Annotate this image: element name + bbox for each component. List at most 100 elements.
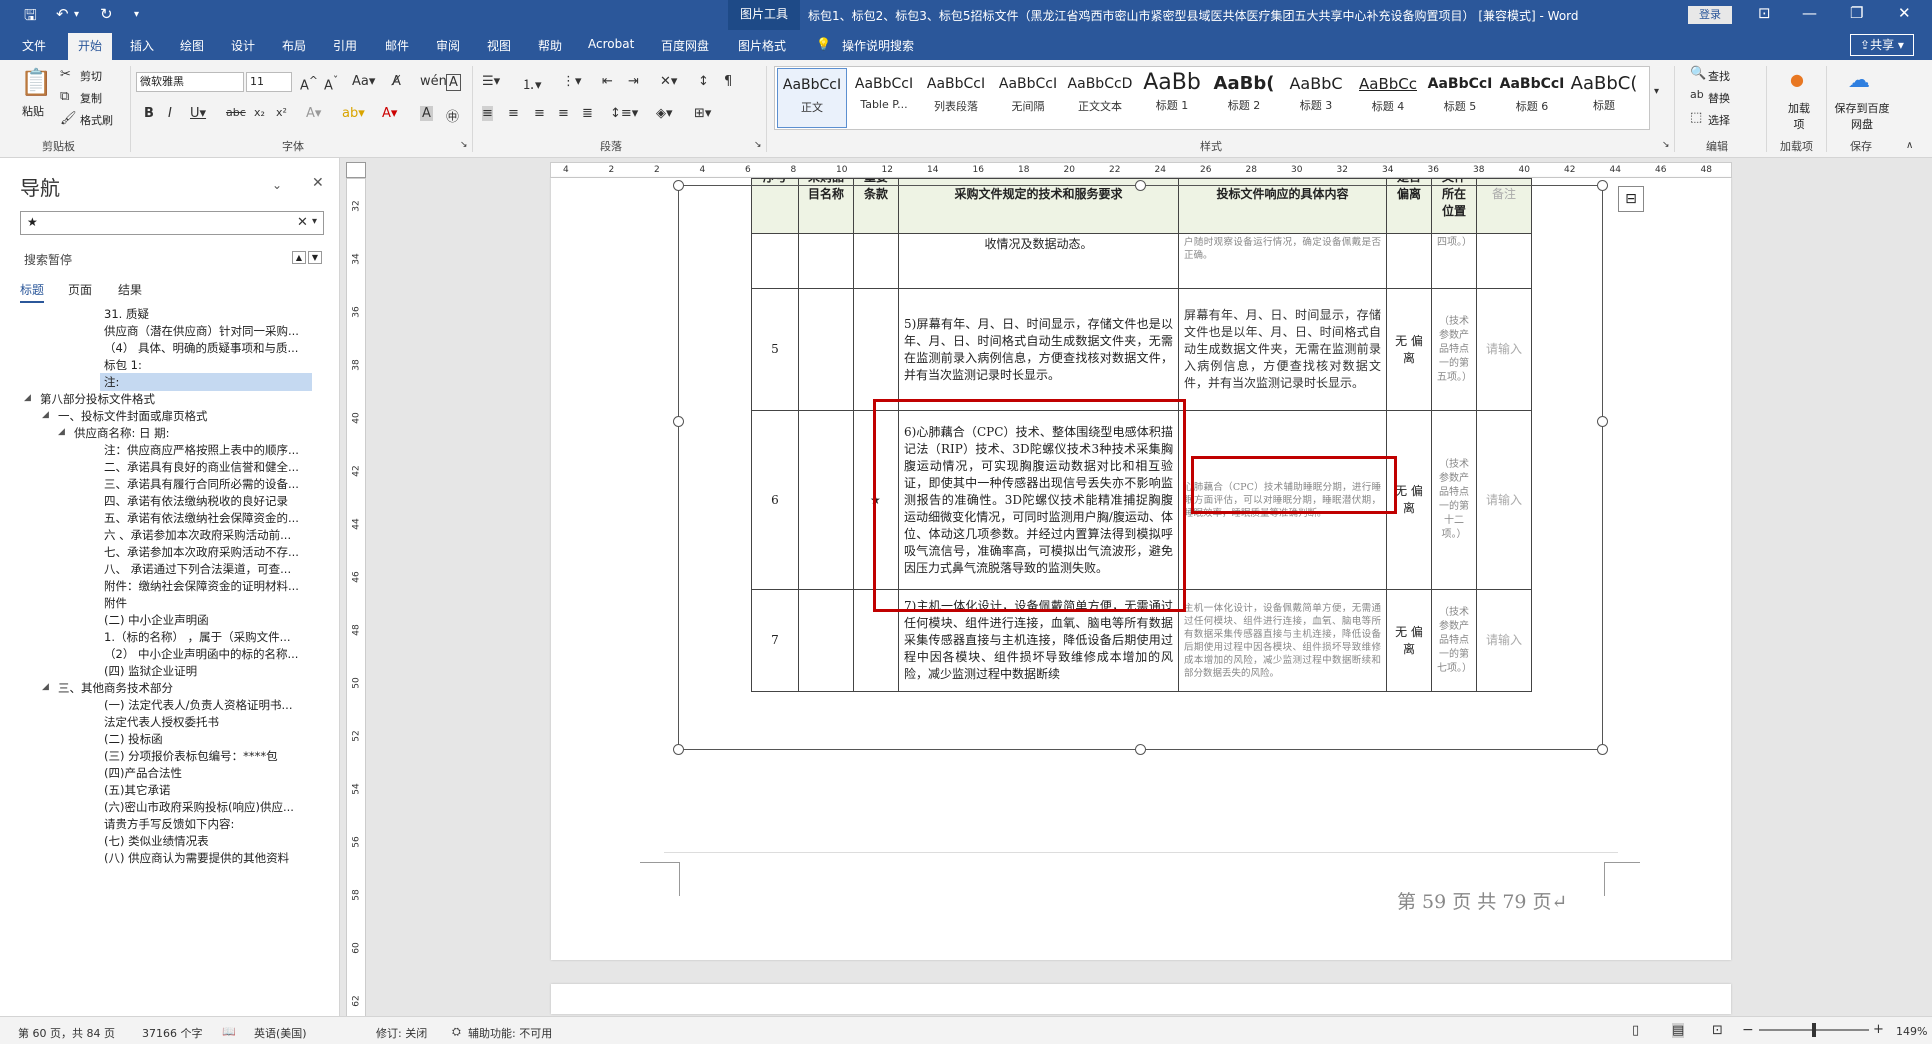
resize-handle[interactable] [1597,180,1608,191]
read-mode-icon[interactable]: ▯ [1632,1023,1639,1038]
zoom-in-icon[interactable]: + [1873,1022,1884,1037]
nav-heading-item[interactable]: 请贵方手写反馈如下内容: [100,815,312,833]
close-icon[interactable]: ✕ [1898,4,1911,22]
font-size-combo[interactable]: 11 [246,72,292,92]
tab-insert[interactable]: 插入 [130,37,154,54]
undo-dropdown-icon[interactable]: ▾ [74,9,79,20]
resize-handle[interactable] [1135,744,1146,755]
nav-heading-item[interactable]: 三、其他商务技术部分 [54,679,312,697]
tab-draw[interactable]: 绘图 [180,37,204,54]
nav-heading-item[interactable]: (五)其它承诺 [100,781,312,799]
search-input[interactable]: ★ [27,215,38,229]
nav-heading-item[interactable]: 七、承诺参加本次政府采购活动不存... [100,543,312,561]
track-changes-status[interactable]: 修订: 关闭 [376,1025,427,1041]
styles-dialog-launcher-icon[interactable]: ↘ [1662,140,1670,150]
nav-heading-item[interactable]: 供应商（潜在供应商）针对同一采购... [100,322,312,340]
nav-heading-item[interactable]: 31. 质疑 [100,305,312,323]
collapse-triangle-icon[interactable]: ◢ [42,682,49,692]
zoom-slider-thumb[interactable] [1812,1023,1816,1037]
nav-heading-item[interactable]: 注：供应商应严格按照上表中的顺序... [100,441,312,459]
style-body-text[interactable]: AaBbCcD 正文文本 [1065,68,1135,128]
resize-handle[interactable] [673,180,684,191]
nav-heading-item[interactable]: 附件 [100,594,312,612]
tab-file[interactable]: 文件 [22,37,46,54]
nav-heading-item[interactable]: 六 、承诺参加本次政府采购活动前... [100,526,312,544]
style-heading-1[interactable]: AaBb 标题 1 [1137,68,1207,128]
style-heading-2[interactable]: AaBb(标题 2 [1209,68,1279,128]
tab-view[interactable]: 视图 [487,37,511,54]
font-color-icon[interactable]: A▾ [382,106,397,121]
layout-options-icon[interactable]: ⊟ [1618,186,1644,212]
nav-heading-item[interactable]: (二) 投标函 [100,730,312,748]
nav-heading-item[interactable]: 三、承诺具有履行合同所必需的设备... [100,475,312,493]
style-table-p[interactable]: AaBbCcI Table P... [849,68,919,128]
paste-button[interactable]: 粘贴 [22,103,44,119]
tell-me-search[interactable]: 操作说明搜索 [842,37,914,54]
nav-heading-item[interactable]: (四)产品合法性 [100,764,312,782]
tab-mailings[interactable]: 邮件 [385,37,409,54]
nav-heading-item[interactable]: 供应商名称: 日 期: [70,424,312,442]
word-count[interactable]: 37166 个字 [142,1025,203,1041]
resize-handle[interactable] [673,416,684,427]
accessibility-status[interactable]: 辅助功能: 不可用 [468,1025,552,1041]
increase-indent-icon[interactable]: ⇥ [628,74,639,89]
multilevel-list-icon[interactable]: ⋮▾ [562,74,582,89]
highlight-icon[interactable]: ab▾ [342,106,365,121]
character-shading-icon[interactable]: A [420,106,433,121]
decrease-indent-icon[interactable]: ⇤ [602,74,613,89]
collapse-ribbon-icon[interactable]: ∧ [1906,140,1913,151]
next-page[interactable] [551,984,1731,1014]
shrink-font-icon[interactable]: Aˇ [324,74,338,93]
nav-heading-item[interactable]: 四、承诺有依法缴纳税收的良好记录 [100,492,312,510]
grow-font-icon[interactable]: A^ [300,74,318,93]
distributed-icon[interactable]: ≣ [582,106,593,121]
nav-heading-item[interactable]: （2） 中小企业声明函中的标的名称... [100,645,312,663]
superscript-icon[interactable]: x² [276,106,287,119]
nav-search-box[interactable]: ★ ✕ ▾ [20,211,324,235]
tab-acrobat[interactable]: Acrobat [588,37,634,51]
nav-heading-item[interactable]: (四) 监狱企业证明 [100,662,312,680]
style-list-paragraph[interactable]: AaBbCcI 列表段落 [921,68,991,128]
align-left-icon[interactable]: ≡ [482,106,493,121]
character-border-icon[interactable]: A [446,74,461,91]
justify-icon[interactable]: ≡ [558,106,569,121]
language-indicator[interactable]: 英语(美国) [254,1025,307,1041]
next-result-icon[interactable]: ▼ [308,251,322,264]
borders-icon[interactable]: ⊞▾ [694,106,711,121]
nav-tab-pages[interactable]: 页面 [68,281,92,298]
align-right-icon[interactable]: ≡ [534,106,545,121]
text-effects-icon[interactable]: A▾ [306,106,321,121]
tab-baidu-netdisk[interactable]: 百度网盘 [661,37,709,54]
style-heading-3[interactable]: AaBbC 标题 3 [1281,68,1351,128]
clear-formatting-icon[interactable]: A̸ [392,74,401,89]
nav-heading-item[interactable]: 五、承诺有依法缴纳社会保障资金的... [100,509,312,527]
underline-icon[interactable]: U▾ [190,106,206,121]
show-marks-icon[interactable]: ¶ [724,74,732,89]
tab-picture-format[interactable]: 图片格式 [738,37,786,54]
paste-icon[interactable]: 📋 [20,68,52,98]
style-heading-4[interactable]: AaBbCc 标题 4 [1353,68,1423,128]
vertical-ruler[interactable]: 32 34 36 38 40 42 44 46 48 50 52 54 56 58 60 62 [346,178,366,1018]
select-button[interactable]: 选择 [1708,112,1730,128]
zoom-level[interactable]: 149% [1896,1025,1927,1038]
page-count[interactable]: 第 60 页，共 84 页 [18,1025,115,1041]
paragraph-dialog-launcher-icon[interactable]: ↘ [754,140,762,150]
align-center-icon[interactable]: ≡ [508,106,519,121]
resize-handle[interactable] [1597,416,1608,427]
nav-heading-item[interactable]: (七) 类似业绩情况表 [100,832,312,850]
tab-selector[interactable] [346,162,366,178]
redo-icon[interactable]: ↻ [100,5,113,23]
style-title[interactable]: AaBbC(标题 [1569,68,1639,128]
style-no-spacing[interactable]: AaBbCcI 无间隔 [993,68,1063,128]
nav-heading-item[interactable]: 附件：缴纳社会保障资金的证明材料... [100,577,312,595]
sort-icon[interactable]: ↕ [698,74,709,89]
nav-heading-item[interactable]: 一、投标文件封面或扉页格式 [54,407,312,425]
strikethrough-icon[interactable]: abc [226,106,246,119]
collapse-triangle-icon[interactable]: ◢ [42,410,49,420]
font-name-combo[interactable]: 微软雅黑 [136,72,244,92]
undo-icon[interactable]: ↶ [56,5,69,23]
tab-review[interactable]: 审阅 [436,37,460,54]
nav-heading-item[interactable]: （4） 具体、明确的质疑事项和与质... [100,339,312,357]
nav-heading-item[interactable]: 八、 承诺通过下列合法渠道，可查... [100,560,312,578]
nav-heading-item[interactable]: 二、承诺具有良好的商业信誉和健全... [100,458,312,476]
